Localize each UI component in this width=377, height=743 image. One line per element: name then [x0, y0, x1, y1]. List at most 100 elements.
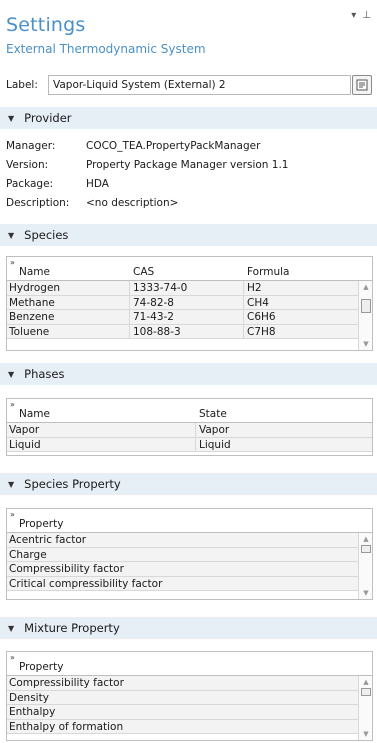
table-row[interactable]: Charge — [7, 547, 372, 562]
cell: 108-88-3 — [133, 325, 181, 338]
cell: Compressibility factor — [9, 677, 124, 689]
mixture-property-scrollbar[interactable]: ▲ ▼ — [358, 676, 372, 740]
table-row[interactable]: Liquid Liquid — [7, 437, 372, 452]
table-row[interactable]: Toluene 108-88-3 C7H8 — [7, 324, 372, 339]
cell: Acentric factor — [9, 534, 87, 546]
cell: 1333-74-0 — [133, 282, 188, 294]
label-row: Label: — [6, 75, 372, 95]
scroll-up-icon[interactable]: ▲ — [359, 283, 373, 291]
provider-value: HDA — [86, 178, 109, 190]
expand-columns-icon[interactable]: » — [10, 400, 15, 409]
collapse-arrow-icon: ▼ — [8, 369, 15, 379]
table-header: » Name CAS Formula — [7, 257, 372, 281]
cell: Methane — [9, 296, 55, 309]
collapse-arrow-icon: ▼ — [8, 113, 15, 123]
cell: Toluene — [9, 325, 50, 338]
mixture-property-table: » Property Compressibility factor Densit… — [6, 651, 373, 741]
table-row[interactable]: Hydrogen 1333-74-0 H2 — [7, 281, 372, 296]
provider-key: Description: — [6, 197, 70, 209]
cell: C6H6 — [247, 311, 276, 323]
cell: Vapor — [199, 424, 230, 436]
table-header: » Property — [7, 652, 372, 676]
column-header-name[interactable]: Name — [19, 408, 50, 420]
cell: Hydrogen — [9, 282, 61, 294]
scroll-down-icon[interactable]: ▼ — [359, 730, 373, 738]
table-row[interactable]: Enthalpy — [7, 705, 372, 720]
cell: Compressibility factor — [9, 563, 124, 575]
species-section-title: Species — [24, 228, 69, 242]
scroll-up-icon[interactable]: ▲ — [359, 678, 373, 686]
expand-columns-icon[interactable]: » — [10, 510, 15, 519]
scroll-thumb[interactable] — [361, 545, 371, 553]
species-section-header[interactable]: ▼ Species — [0, 224, 377, 246]
document-icon — [356, 79, 368, 91]
expand-columns-icon[interactable]: » — [10, 653, 15, 662]
settings-header: Settings External Thermodynamic System ▾… — [0, 0, 377, 64]
table-row[interactable]: Compressibility factor — [7, 676, 372, 691]
table-row[interactable]: Methane 74-82-8 CH4 — [7, 295, 372, 310]
table-row[interactable]: Benzene 71-43-2 C6H6 — [7, 310, 372, 325]
scroll-thumb[interactable] — [361, 688, 371, 696]
provider-value: Property Package Manager version 1.1 — [86, 159, 289, 171]
column-header-state[interactable]: State — [199, 408, 227, 420]
column-header-cas[interactable]: CAS — [133, 266, 154, 278]
species-table: » Name CAS Formula Hydrogen 1333-74-0 H2… — [6, 256, 373, 351]
collapse-arrow-icon: ▼ — [8, 230, 15, 240]
cell: Benzene — [9, 311, 55, 323]
phases-section-title: Phases — [24, 367, 65, 381]
cell: Vapor — [9, 424, 40, 436]
dropdown-icon[interactable]: ▾ — [351, 10, 356, 21]
cell: Critical compressibility factor — [9, 577, 163, 590]
scroll-up-icon[interactable]: ▲ — [359, 535, 373, 543]
table-header: » Name State — [7, 399, 372, 423]
table-row[interactable]: Enthalpy of formation — [7, 719, 372, 734]
cell: Density — [9, 691, 49, 704]
provider-key: Package: — [6, 178, 54, 190]
scroll-down-icon[interactable]: ▼ — [359, 340, 373, 348]
page-subtitle: External Thermodynamic System — [6, 42, 206, 56]
species-property-section-header[interactable]: ▼ Species Property — [0, 473, 377, 495]
species-property-section-title: Species Property — [24, 477, 121, 491]
cell: 71-43-2 — [133, 311, 174, 323]
cell: H2 — [247, 282, 262, 294]
header-icons: ▾ ⊥ — [351, 10, 371, 21]
provider-section-header[interactable]: ▼ Provider — [0, 107, 377, 129]
cell: Enthalpy — [9, 706, 56, 718]
cell: Enthalpy of formation — [9, 720, 124, 733]
mixture-property-section-header[interactable]: ▼ Mixture Property — [0, 617, 377, 639]
cell: C7H8 — [247, 325, 276, 338]
scroll-thumb[interactable] — [361, 299, 371, 313]
label-edit-button[interactable] — [352, 75, 372, 95]
table-row[interactable]: Critical compressibility factor — [7, 576, 372, 591]
column-header-property[interactable]: Property — [19, 661, 63, 673]
page-title: Settings — [6, 14, 86, 36]
collapse-arrow-icon: ▼ — [8, 623, 15, 633]
species-scrollbar[interactable]: ▲ ▼ — [358, 281, 372, 350]
column-header-formula[interactable]: Formula — [247, 266, 289, 278]
provider-value: <no description> — [86, 197, 179, 209]
provider-value: COCO_TEA.PropertyPackManager — [86, 140, 261, 152]
cell: Charge — [9, 548, 47, 561]
species-property-scrollbar[interactable]: ▲ ▼ — [358, 533, 372, 599]
table-row[interactable]: Density — [7, 690, 372, 705]
phases-table: » Name State Vapor Vapor Liquid Liquid — [6, 398, 373, 456]
cell: 74-82-8 — [133, 296, 174, 309]
provider-key: Version: — [6, 159, 49, 171]
cell: CH4 — [247, 296, 269, 309]
scroll-down-icon[interactable]: ▼ — [359, 589, 373, 597]
species-property-table: » Property Acentric factor Charge Compre… — [6, 508, 373, 600]
table-header: » Property — [7, 509, 372, 533]
pin-icon[interactable]: ⊥ — [362, 10, 371, 21]
table-row[interactable]: Compressibility factor — [7, 562, 372, 577]
phases-section-header[interactable]: ▼ Phases — [0, 363, 377, 385]
collapse-arrow-icon: ▼ — [8, 479, 15, 489]
provider-section-title: Provider — [24, 111, 72, 125]
table-row[interactable]: Acentric factor — [7, 533, 372, 548]
cell: Liquid — [199, 438, 231, 451]
mixture-property-section-title: Mixture Property — [24, 621, 120, 635]
table-row[interactable]: Vapor Vapor — [7, 423, 372, 438]
expand-columns-icon[interactable]: » — [10, 258, 15, 267]
label-input[interactable] — [48, 75, 351, 95]
column-header-property[interactable]: Property — [19, 518, 63, 530]
column-header-name[interactable]: Name — [19, 266, 50, 278]
